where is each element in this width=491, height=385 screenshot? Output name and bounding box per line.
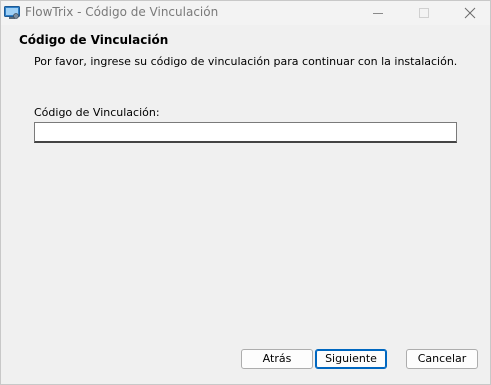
cancel-button[interactable]: Cancelar — [406, 349, 478, 369]
close-button[interactable] — [447, 1, 491, 25]
maximize-icon — [419, 8, 429, 18]
title-bar[interactable]: FlowTrix - Código de Vinculación — [1, 1, 490, 25]
next-button[interactable]: Siguiente — [315, 349, 387, 369]
header-panel: Código de Vinculación Por favor, ingrese… — [1, 25, 490, 77]
code-field-label: Código de Vinculación: — [34, 106, 160, 119]
page-subtitle: Por favor, ingrese su código de vinculac… — [34, 55, 458, 68]
close-icon — [464, 7, 476, 19]
maximize-button[interactable] — [401, 1, 447, 25]
window-title: FlowTrix - Código de Vinculación — [25, 5, 219, 19]
minimize-icon — [373, 13, 383, 14]
back-button[interactable]: Atrás — [241, 349, 313, 369]
installer-app-icon — [4, 5, 20, 19]
minimize-button[interactable] — [355, 1, 401, 25]
linking-code-input[interactable] — [34, 122, 457, 143]
installer-window: FlowTrix - Código de Vinculación Código … — [0, 0, 491, 385]
page-title: Código de Vinculación — [19, 33, 169, 47]
